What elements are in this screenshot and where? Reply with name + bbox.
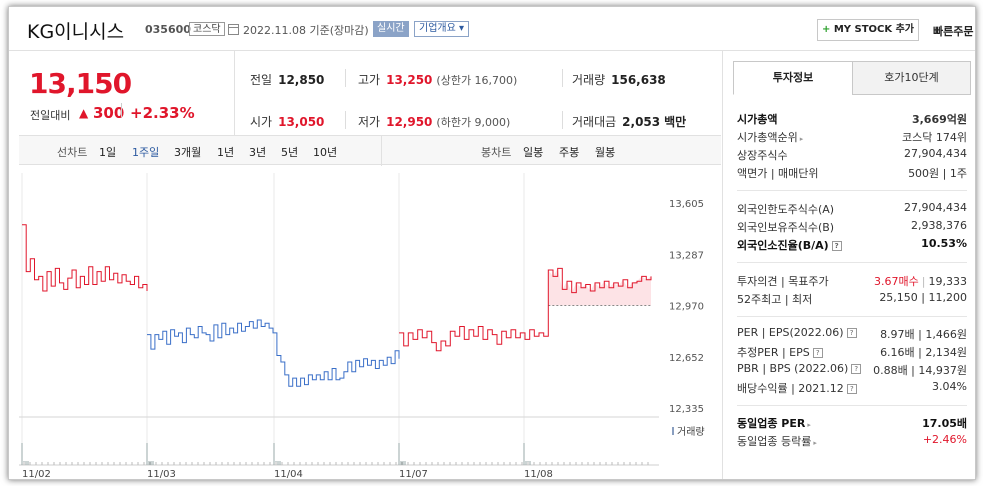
plus-icon: + [821,24,834,35]
add-mystock-button[interactable]: + MY STOCK 추가 [817,19,919,41]
realtime-badge[interactable]: 실시간 [373,21,409,37]
x-tick-label: 11/08 [524,469,553,480]
investment-info-panel: 투자정보 호가10단계 시가총액 3,669억원 시가총액순위 ▸ 코스닥 174위 … [722,51,975,479]
candle-daily[interactable]: 일봉 [523,144,543,160]
price-stats: 전일 12,850 고가 13,250 (상한가 16,700) 거래량 156,638… [236,51,721,135]
price-series-line [399,267,652,352]
stock-header: KG이니시스 035600 코스닥 2022.11.08 기준(장마감) 실시간… [9,7,975,51]
line-chart-label: 선차트 [57,146,88,159]
tab-orderbook[interactable]: 호가10단계 [852,61,971,95]
divider [737,405,967,406]
divider [562,111,563,129]
row-listed-shares: 상장주식수 27,904,434 [737,147,967,162]
market-badge: 코스닥 [189,22,225,36]
stat-amount: 거래대금 2,053 백만 [572,115,687,129]
y-tick-label: 12,970 [669,302,704,313]
add-mystock-label: MY STOCK 추가 [833,24,915,35]
candle-weekly[interactable]: 주봉 [559,144,579,160]
volume-label: 거래량 [677,426,705,438]
candle-monthly[interactable]: 월봉 [595,144,615,160]
volume-legend-icon [672,427,674,435]
period-5y[interactable]: 5년 [281,144,298,160]
arrow-right-icon: ▸ [799,135,804,143]
price-series-line [22,224,148,292]
row-par-value: 액면가 | 매매단위 500원 | 1주 [737,167,967,180]
stat-high: 고가 13,250 (상한가 16,700) [358,73,518,87]
calendar-icon [228,24,239,35]
x-tick-label: 11/07 [399,469,428,480]
divider [562,69,563,87]
quote-date: 2022.11.08 기준(장마감) [243,24,369,37]
help-icon[interactable]: ? [831,241,842,251]
panel-tabs: 투자정보 호가10단계 [733,61,971,95]
x-tick-label: 11/02 [22,469,51,480]
stock-quote-window: KG이니시스 035600 코스닥 2022.11.08 기준(장마감) 실시간… [8,6,976,480]
arrow-right-icon: ▸ [813,439,817,447]
change-label: 전일대비 [30,109,71,122]
divider [381,136,382,166]
candle-chart-label: 봉차트 [481,146,512,159]
help-icon[interactable]: ? [846,328,857,338]
y-tick-label: 13,605 [669,199,704,210]
row-pbr-bps: PBR | BPS (2022.06)? 0.88배 | 14,937원 [737,362,967,377]
up-arrow-icon: ▲ [79,106,89,120]
divider [121,103,122,117]
stat-low: 저가 12,950 (하한가 9,000) [358,115,511,129]
row-per-eps: PER | EPS(2022.06)? 8.97배 | 1,466원 [737,326,967,341]
price-chart[interactable]: 13,605 13,287 12,970 12,652 12,335 거래량 11/02 11… [19,165,721,480]
period-1y[interactable]: 1년 [217,144,234,160]
chart-period-bar: 선차트 1일 1주일 3개월 1년 3년 5년 10년 봉차트 일봉 주봉 월봉 [19,135,721,166]
help-icon[interactable]: ? [846,384,857,394]
period-3m[interactable]: 3개월 [174,144,201,160]
divider [345,69,346,87]
x-tick-label: 11/03 [147,469,176,480]
row-market-cap: 시가총액 3,669억원 [737,113,967,126]
company-overview-button[interactable]: 기업개요 ▾ [414,21,470,37]
arrow-right-icon: ▸ [807,421,811,429]
row-industry-change: 동일업종 등락률 ▸ +2.46% [737,433,967,448]
tab-investment-info[interactable]: 투자정보 [733,61,853,95]
price-series-line [147,319,400,387]
row-foreign-ratio: 외국인소진율(B/A)? 10.53% [737,237,967,252]
stat-volume: 거래량 156,638 [572,73,666,87]
help-icon[interactable]: ? [812,348,823,358]
row-52week: 52주최고 | 최저 25,150 | 11,200 [737,291,967,306]
divider [737,190,967,191]
stat-prev-close: 전일 12,850 [250,73,325,87]
y-tick-label: 12,335 [669,404,704,415]
stat-open: 시가 13,050 [250,115,325,129]
period-1d[interactable]: 1일 [99,144,116,160]
help-icon[interactable]: ? [851,364,862,374]
row-est-per-eps: 추정PER | EPS? 6.16배 | 2,134원 [737,346,967,359]
row-industry-per: 동일업종 PER ▸ 17.05배 [737,417,967,430]
period-1w[interactable]: 1주일 [132,144,159,160]
stock-code: 035600 [145,23,191,36]
divider [345,111,346,129]
row-foreign-holding: 외국인보유주식수(B) 2,938,376 [737,219,967,234]
divider [737,316,967,317]
change-value: 300 [93,104,125,122]
y-tick-label: 12,652 [669,353,704,364]
divider [737,262,967,263]
company-overview-label: 기업개요 [419,23,456,34]
row-opinion-target: 투자의견 | 목표주가 3.67매수 | 19,333 [737,275,967,288]
company-name: KG이니시스 [27,21,125,43]
quick-order-link[interactable]: 빠른주문 [933,23,973,39]
y-tick-label: 13,287 [669,250,704,261]
price-summary: 13,150 전일대비 ▲ 300 +2.33% [19,51,235,135]
change-percent: +2.33% [130,104,195,122]
period-10y[interactable]: 10년 [313,144,337,160]
current-price: 13,150 [29,67,132,100]
price-chart-svg: 13,605 13,287 12,970 12,652 12,335 거래량 11/02 11… [19,173,705,480]
row-foreign-limit: 외국인한도주식수(A) 27,904,434 [737,201,967,216]
x-tick-label: 11/04 [274,469,303,480]
chevron-down-icon: ▾ [455,23,465,34]
row-market-cap-rank: 시가총액순위 ▸ 코스닥 174위 [737,131,967,144]
row-dividend-yield: 배당수익률 | 2021.12? 3.04% [737,380,967,395]
period-3y[interactable]: 3년 [249,144,266,160]
